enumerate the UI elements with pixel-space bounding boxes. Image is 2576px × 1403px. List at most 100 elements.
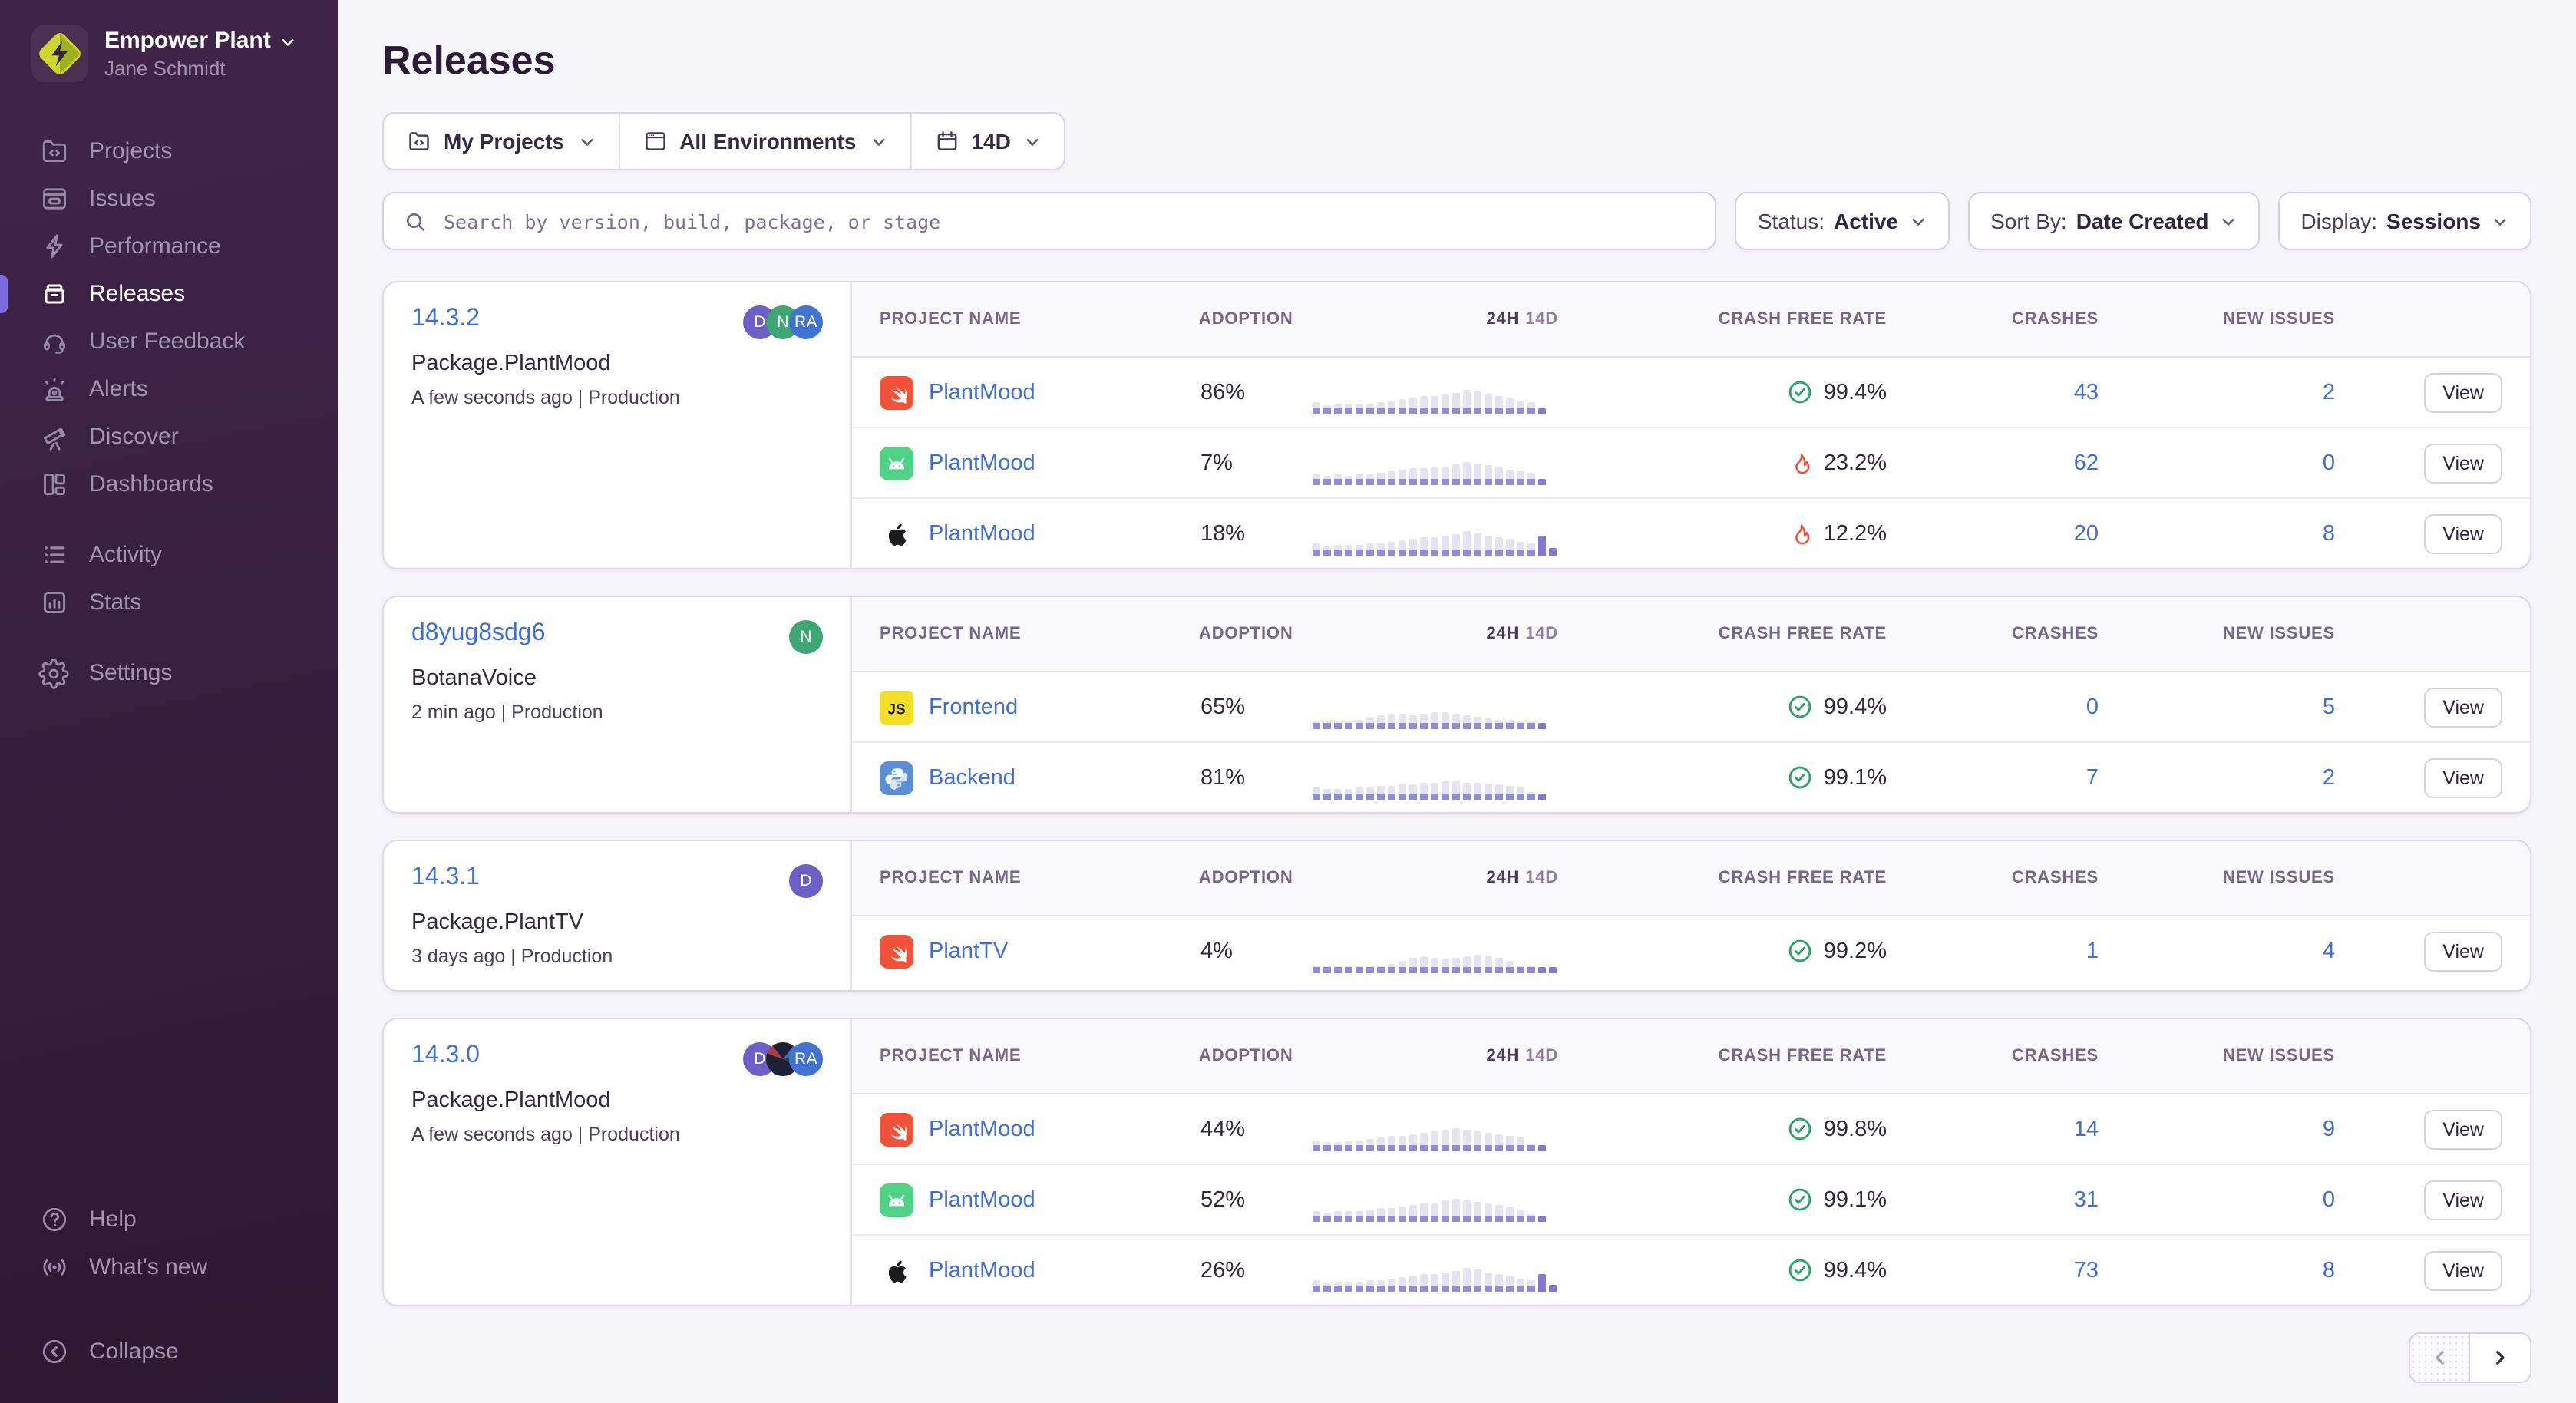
sidebar-item-alerts[interactable]: Alerts (0, 365, 338, 413)
window-icon (642, 129, 667, 154)
column-project-name: PROJECT NAME (852, 1047, 1199, 1065)
org-switcher[interactable]: Empower Plant Jane Schmidt (0, 18, 338, 104)
new-issues-link[interactable]: 2 (2323, 765, 2335, 790)
check-circle-icon (1787, 1187, 1813, 1213)
release-project-row: Backend81%99.1%72View (852, 743, 2530, 812)
column-new-issues: NEW ISSUES (2099, 869, 2335, 887)
crashes-link[interactable]: 14 (2074, 1117, 2099, 1141)
sidebar-item-help[interactable]: Help (0, 1196, 338, 1243)
release-avatars: DNRA (743, 305, 823, 339)
search-input[interactable] (441, 208, 1695, 234)
next-page-button[interactable] (2470, 1332, 2531, 1383)
sidebar-item-performance[interactable]: Performance (0, 223, 338, 270)
new-issues-link[interactable]: 2 (2323, 380, 2335, 404)
chevron-down-icon (578, 133, 595, 150)
gear-icon (38, 658, 69, 688)
search-row: Status: Active Sort By: Date Created Dis… (382, 192, 2531, 250)
sidebar-item-dashboards[interactable]: Dashboards (0, 461, 338, 508)
sidebar-item-collapse[interactable]: Collapse (0, 1328, 338, 1375)
display-dropdown[interactable]: Display: Sessions (2277, 192, 2531, 250)
project-link[interactable]: PlantMood (929, 1258, 1035, 1283)
check-circle-icon (1787, 1116, 1813, 1142)
project-filter[interactable]: My Projects (384, 114, 618, 169)
column-crash-free-rate: CRASH FREE RATE (1558, 625, 1902, 643)
sidebar-item-activity[interactable]: Activity (0, 531, 338, 579)
environment-filter[interactable]: All Environments (618, 114, 910, 169)
column-24h-14d: 24H14D (1313, 869, 1558, 887)
view-button[interactable]: View (2424, 1250, 2502, 1290)
view-button[interactable]: View (2424, 372, 2502, 412)
project-link[interactable]: Frontend (929, 695, 1018, 719)
crash-free-value: 23.2% (1824, 451, 1887, 475)
sidebar-item-label: Alerts (89, 376, 148, 402)
release-version-link[interactable]: 14.3.1 (411, 864, 480, 892)
crash-free-value: 99.2% (1824, 939, 1887, 963)
release-info-panel: d8yug8sdg6NBotanaVoice2 min ago | Produc… (384, 597, 852, 812)
sidebar-item-projects[interactable]: Projects (0, 127, 338, 175)
column-project-name: PROJECT NAME (852, 310, 1199, 328)
flame-icon (1788, 521, 1813, 546)
view-button[interactable]: View (2424, 1180, 2502, 1220)
sidebar-item-settings[interactable]: Settings (0, 649, 338, 697)
search-box[interactable] (382, 192, 1716, 250)
view-button[interactable]: View (2424, 443, 2502, 483)
org-logo-icon (31, 25, 89, 83)
sidebar-item-label: Releases (89, 281, 185, 307)
project-link[interactable]: Backend (929, 765, 1016, 790)
release-info-panel: 14.3.0DRAPackage.PlantMoodA few seconds … (384, 1019, 852, 1305)
sidebar-item-discover[interactable]: Discover (0, 413, 338, 461)
crash-free-value: 99.1% (1824, 1187, 1887, 1212)
crashes-link[interactable]: 31 (2074, 1187, 2099, 1212)
previous-page-button[interactable] (2409, 1332, 2470, 1383)
release-version-link[interactable]: d8yug8sdg6 (411, 620, 545, 648)
adoption-sparkline (1313, 1178, 1558, 1221)
crashes-link[interactable]: 20 (2074, 521, 2099, 546)
sidebar-item-what-s-new[interactable]: What's new (0, 1243, 338, 1291)
apple-icon (880, 517, 913, 550)
view-button[interactable]: View (2424, 758, 2502, 797)
crashes-link[interactable]: 1 (2086, 939, 2099, 963)
release-version-link[interactable]: 14.3.2 (411, 305, 480, 333)
status-dropdown[interactable]: Status: Active (1735, 192, 1949, 250)
crashes-link[interactable]: 73 (2074, 1258, 2099, 1283)
new-issues-link[interactable]: 0 (2323, 1187, 2335, 1212)
apple-icon (880, 1253, 913, 1287)
column-crashes: CRASHES (1902, 625, 2099, 643)
project-link[interactable]: PlantMood (929, 380, 1035, 404)
adoption-sparkline (1313, 441, 1558, 484)
release-avatars: D (789, 864, 823, 898)
crashes-link[interactable]: 0 (2086, 695, 2099, 719)
new-issues-link[interactable]: 8 (2323, 521, 2335, 546)
new-issues-link[interactable]: 5 (2323, 695, 2335, 719)
new-issues-link[interactable]: 9 (2323, 1117, 2335, 1141)
project-link[interactable]: PlantMood (929, 521, 1035, 546)
sidebar-item-releases[interactable]: Releases (0, 270, 338, 318)
view-button[interactable]: View (2424, 1109, 2502, 1149)
view-button[interactable]: View (2424, 687, 2502, 727)
sort-by-dropdown[interactable]: Sort By: Date Created (1967, 192, 2259, 250)
project-link[interactable]: PlantMood (929, 1117, 1035, 1141)
crashes-link[interactable]: 43 (2074, 380, 2099, 404)
adoption-sparkline (1313, 1108, 1558, 1150)
release-table-header: PROJECT NAMEADOPTION24H14DCRASH FREE RAT… (852, 841, 2530, 916)
issues-icon (38, 183, 69, 214)
view-button[interactable]: View (2424, 513, 2502, 553)
crashes-link[interactable]: 7 (2086, 765, 2099, 790)
view-button[interactable]: View (2424, 931, 2502, 971)
new-issues-link[interactable]: 4 (2323, 939, 2335, 963)
column-new-issues: NEW ISSUES (2099, 1047, 2335, 1065)
project-link[interactable]: PlantMood (929, 1187, 1035, 1212)
sidebar-item-user-feedback[interactable]: User Feedback (0, 318, 338, 365)
crashes-link[interactable]: 62 (2074, 451, 2099, 475)
release-project-row: PlantMood7%23.2%620View (852, 428, 2530, 499)
project-link[interactable]: PlantMood (929, 451, 1035, 475)
release-table: PROJECT NAMEADOPTION24H14DCRASH FREE RAT… (852, 282, 2530, 568)
avatar: D (789, 864, 823, 898)
sidebar-item-issues[interactable]: Issues (0, 175, 338, 223)
new-issues-link[interactable]: 8 (2323, 1258, 2335, 1283)
date-range-filter[interactable]: 14D (910, 114, 1064, 169)
release-version-link[interactable]: 14.3.0 (411, 1042, 480, 1070)
new-issues-link[interactable]: 0 (2323, 451, 2335, 475)
sidebar-item-stats[interactable]: Stats (0, 579, 338, 626)
project-link[interactable]: PlantTV (929, 939, 1008, 963)
